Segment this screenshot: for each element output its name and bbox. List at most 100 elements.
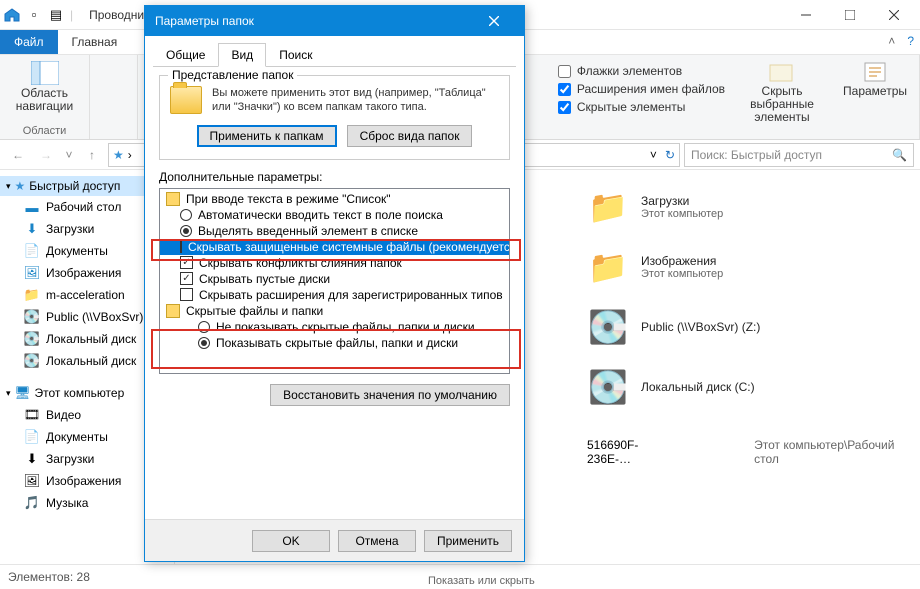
folder-icon [166, 304, 180, 318]
file-extensions-label: Расширения имен файлов [577, 82, 725, 96]
folder-card[interactable]: 📁 ИзображенияЭтот компьютер [587, 240, 908, 300]
recent-dropdown[interactable]: ˅ [62, 143, 76, 167]
qat-divider: | [70, 8, 73, 22]
checkbox-icon[interactable] [180, 240, 182, 253]
advlist-item[interactable]: Автоматически вводить текст в поле поиск… [160, 207, 509, 223]
nav-pane-label: Область навигации [12, 87, 77, 113]
qat-props-icon[interactable]: ▤ [48, 7, 64, 23]
address-dropdown-icon[interactable]: ˅ [650, 148, 657, 162]
downloads-icon: ⬇ [24, 221, 40, 237]
reset-folders-button[interactable]: Сброс вида папок [347, 125, 473, 147]
star-icon: ★ [113, 148, 124, 162]
drive-large-icon: 💽 [587, 306, 629, 348]
radio-icon[interactable] [180, 209, 192, 221]
nav-pane-button[interactable]: Область навигации [8, 59, 81, 115]
close-button[interactable] [872, 1, 916, 29]
file-extensions-toggle[interactable]: Расширения имен файлов [558, 81, 725, 97]
ok-button[interactable]: OK [252, 530, 330, 552]
advlist-item[interactable]: Не показывать скрытые файлы, папки и дис… [160, 319, 509, 335]
nav-pane-icon [31, 61, 59, 85]
advlist-item-label: Автоматически вводить текст в поле поиск… [198, 208, 443, 222]
advanced-settings-label: Дополнительные параметры: [159, 170, 510, 184]
advlist-item[interactable]: При вводе текста в режиме "Список" [160, 191, 509, 207]
folder-icon: 📁 [24, 287, 40, 303]
hide-selected-label: Скрыть выбранные элементы [747, 85, 817, 125]
drive-card[interactable]: 💽 Локальный диск (C:) [587, 360, 908, 420]
dialog-tabs: Общие Вид Поиск [153, 42, 516, 67]
qat-save-icon[interactable]: ▫ [26, 7, 42, 23]
back-button[interactable]: ← [6, 143, 30, 167]
forward-button[interactable]: → [34, 143, 58, 167]
show-hide-group-label: Показать или скрыть [428, 575, 535, 587]
checkbox-icon[interactable]: ✓ [180, 272, 193, 285]
folders-glyph-icon [170, 86, 202, 115]
hide-selected-button[interactable]: Скрыть выбранные элементы [743, 59, 821, 127]
restore-defaults-button[interactable]: Восстановить значения по умолчанию [270, 384, 510, 406]
music-icon: 🎵 [24, 495, 40, 511]
tab-search[interactable]: Поиск [266, 43, 325, 67]
search-placeholder: Поиск: Быстрый доступ [691, 148, 822, 162]
options-button[interactable]: Параметры [839, 59, 911, 100]
item-checkboxes-toggle[interactable]: Флажки элементов [558, 63, 725, 79]
documents-icon: 📄 [24, 243, 40, 259]
ribbon-collapse-icon[interactable]: ˄ [882, 30, 901, 54]
folder-large-icon: 📁 [587, 186, 629, 228]
folder-icon [166, 192, 180, 206]
advlist-item[interactable]: ✓Скрывать конфликты слияния папок [160, 255, 509, 271]
documents-icon: 📄 [24, 429, 40, 445]
chevron-down-icon: ▾ [6, 181, 11, 192]
advlist-item[interactable]: Выделять введенный элемент в списке [160, 223, 509, 239]
refresh-icon[interactable]: ↻ [665, 148, 675, 162]
advlist-item[interactable]: Показывать скрытые файлы, папки и диски [160, 335, 509, 351]
radio-icon[interactable] [180, 225, 192, 237]
up-button[interactable]: ↑ [80, 143, 104, 167]
drive-large-icon: 💽 [587, 366, 629, 408]
pc-icon: 🖥 [15, 385, 31, 401]
folder-views-group: Представление папок Вы можете применить … [159, 75, 510, 160]
tab-view[interactable]: Вид [218, 43, 266, 67]
address-chevron-icon[interactable]: › [128, 148, 132, 162]
tab-general[interactable]: Общие [153, 43, 218, 67]
checkbox-icon[interactable]: ✓ [180, 256, 193, 269]
minimize-button[interactable] [784, 1, 828, 29]
radio-icon[interactable] [198, 337, 210, 349]
apply-button[interactable]: Применить [424, 530, 512, 552]
advlist-item[interactable]: Скрывать защищенные системные файлы (рек… [160, 239, 509, 255]
folder-large-icon: 📁 [587, 246, 629, 288]
search-input[interactable]: Поиск: Быстрый доступ 🔍 [684, 143, 914, 167]
folder-options-dialog: Параметры папок Общие Вид Поиск Представ… [144, 5, 525, 562]
drive-icon: 💽 [24, 353, 40, 369]
folder-card[interactable]: 📁 ЗагрузкиЭтот компьютер [587, 180, 908, 240]
maximize-button[interactable] [828, 1, 872, 29]
checkbox-icon[interactable] [180, 288, 193, 301]
recent-file[interactable]: 516690F-236E-… [587, 438, 674, 466]
advanced-settings-list[interactable]: При вводе текста в режиме "Список"Автома… [159, 188, 510, 374]
app-icon [4, 7, 20, 23]
desktop-icon: ▬ [24, 199, 40, 215]
this-pc-label: Этот компьютер [35, 386, 125, 400]
hidden-items-toggle[interactable]: Скрытые элементы [558, 99, 725, 115]
downloads-icon: ⬇ [24, 451, 40, 467]
advlist-item[interactable]: ✓Скрывать пустые диски [160, 271, 509, 287]
advlist-item[interactable]: Скрывать расширения для зарегистрированн… [160, 287, 509, 303]
drive-icon: 💽 [24, 331, 40, 347]
file-menu[interactable]: Файл [0, 30, 58, 54]
star-icon: ★ [15, 179, 26, 193]
dialog-close-button[interactable] [474, 6, 514, 36]
areas-group-label: Области [8, 125, 81, 137]
apply-to-folders-button[interactable]: Применить к папкам [197, 125, 337, 147]
pictures-icon: 🖼 [24, 473, 40, 489]
help-icon[interactable]: ? [901, 30, 920, 54]
dialog-titlebar[interactable]: Параметры папок [145, 6, 524, 36]
radio-icon[interactable] [198, 321, 210, 333]
advlist-item-label: Показывать скрытые файлы, папки и диски [216, 336, 458, 350]
drive-card[interactable]: 💽 Public (\\VBoxSvr) (Z:) [587, 300, 908, 360]
home-tab[interactable]: Главная [58, 30, 132, 54]
advlist-item[interactable]: Скрытые файлы и папки [160, 303, 509, 319]
advlist-item-label: Скрывать расширения для зарегистрированн… [199, 288, 503, 302]
cancel-button[interactable]: Отмена [338, 530, 416, 552]
dialog-footer: OK Отмена Применить [145, 519, 524, 561]
advlist-item-label: Скрытые файлы и папки [186, 304, 323, 318]
group-description: Вы можете применить этот вид (например, … [212, 86, 499, 115]
chevron-down-icon: ▾ [6, 388, 11, 399]
